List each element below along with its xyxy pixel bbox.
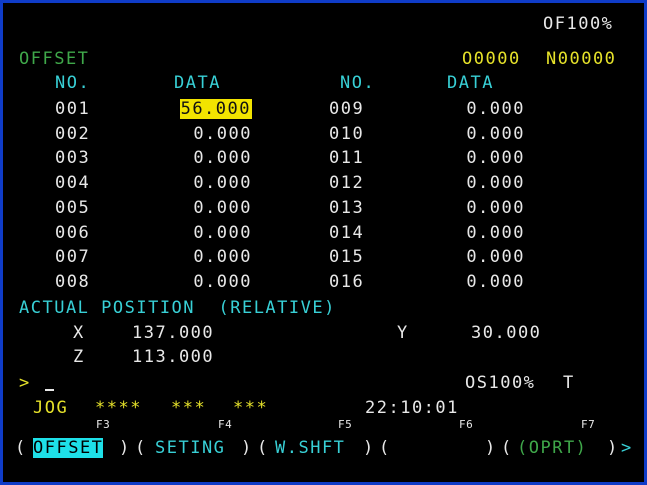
cnc-screen: OF100% OFFSET O0000 N00000 NO. DATA NO. …: [0, 0, 647, 485]
softkey-offset[interactable]: OFFSET: [33, 438, 104, 458]
offset-number: 012: [329, 173, 365, 193]
status-field-1: ****: [95, 398, 142, 418]
f5-label: F5: [338, 418, 353, 431]
offset-value-selected[interactable]: 56.000: [179, 99, 252, 119]
z-axis-value: 113.000: [132, 347, 215, 367]
column-header-no-left: NO.: [55, 73, 91, 93]
offset-value[interactable]: 0.000: [466, 272, 525, 292]
softkey-seting-open-bracket: (: [135, 438, 147, 458]
offset-number: 003: [55, 148, 91, 168]
position-title: ACTUAL POSITION (RELATIVE): [19, 298, 336, 318]
softkey-blank-close-bracket: ): [485, 438, 497, 458]
offset-value[interactable]: 0.000: [466, 223, 525, 243]
softkey-wshft-open-bracket: (: [257, 438, 269, 458]
offset-number: 006: [55, 223, 91, 243]
offset-value[interactable]: 0.000: [193, 272, 252, 292]
offset-number: 005: [55, 198, 91, 218]
softkey-next-page[interactable]: >: [621, 438, 633, 458]
offset-number: 014: [329, 223, 365, 243]
status-field-2: ***: [171, 398, 207, 418]
offset-value[interactable]: 0.000: [193, 148, 252, 168]
column-header-no-right: NO.: [340, 73, 376, 93]
offset-number: 004: [55, 173, 91, 193]
offset-number: 013: [329, 198, 365, 218]
offset-number: 010: [329, 124, 365, 144]
offset-value[interactable]: 0.000: [466, 148, 525, 168]
offset-value[interactable]: 0.000: [466, 124, 525, 144]
mode-indicator: JOG: [33, 398, 69, 418]
program-number: O0000: [462, 49, 521, 69]
offset-value[interactable]: 0.000: [466, 99, 525, 119]
offset-number: 002: [55, 124, 91, 144]
spindle-override: OS100%: [465, 373, 536, 393]
f6-label: F6: [459, 418, 474, 431]
softkey-offset-open-bracket: (: [15, 438, 27, 458]
f4-label: F4: [218, 418, 233, 431]
offset-number: 011: [329, 148, 365, 168]
x-axis-value: 137.000: [132, 323, 215, 343]
offset-number: 007: [55, 247, 91, 267]
offset-value[interactable]: 0.000: [193, 223, 252, 243]
page-title: OFFSET: [19, 49, 90, 69]
column-header-data-left: DATA: [174, 73, 221, 93]
softkey-seting-close-bracket: ): [241, 438, 253, 458]
softkey-wshft-close-bracket: ): [363, 438, 375, 458]
input-cursor[interactable]: [45, 389, 54, 391]
feed-override: OF100%: [543, 14, 614, 34]
sequence-number: N00000: [546, 49, 617, 69]
offset-number: 009: [329, 99, 365, 119]
y-axis-label: Y: [397, 323, 409, 343]
z-axis-label: Z: [73, 347, 85, 367]
softkey-seting[interactable]: SETING: [155, 438, 225, 458]
softkey-wshft[interactable]: W.SHFT: [275, 438, 345, 458]
offset-number: 016: [329, 272, 365, 292]
offset-number: 001: [55, 99, 91, 119]
offset-value[interactable]: 0.000: [466, 173, 525, 193]
clock: 22:10:01: [365, 398, 459, 418]
column-header-data-right: DATA: [447, 73, 494, 93]
offset-value[interactable]: 0.000: [466, 198, 525, 218]
softkey-offset-close-bracket: ): [119, 438, 131, 458]
offset-number: 008: [55, 272, 91, 292]
input-prompt: >: [19, 373, 31, 393]
y-axis-value: 30.000: [471, 323, 542, 343]
offset-value[interactable]: 0.000: [193, 247, 252, 267]
offset-value[interactable]: 0.000: [193, 173, 252, 193]
softkey-oprt[interactable]: (OPRT): [517, 438, 587, 458]
f7-label: F7: [581, 418, 596, 431]
offset-number: 015: [329, 247, 365, 267]
offset-value[interactable]: 0.000: [466, 247, 525, 267]
status-field-3: ***: [233, 398, 269, 418]
offset-value[interactable]: 0.000: [193, 198, 252, 218]
f3-label: F3: [96, 418, 111, 431]
offset-value[interactable]: 0.000: [193, 124, 252, 144]
softkey-oprt-close-bracket: ): [607, 438, 619, 458]
tool-indicator: T: [563, 373, 575, 393]
x-axis-label: X: [73, 323, 85, 343]
softkey-blank-open-bracket: (: [379, 438, 391, 458]
softkey-oprt-open-bracket: (: [501, 438, 513, 458]
